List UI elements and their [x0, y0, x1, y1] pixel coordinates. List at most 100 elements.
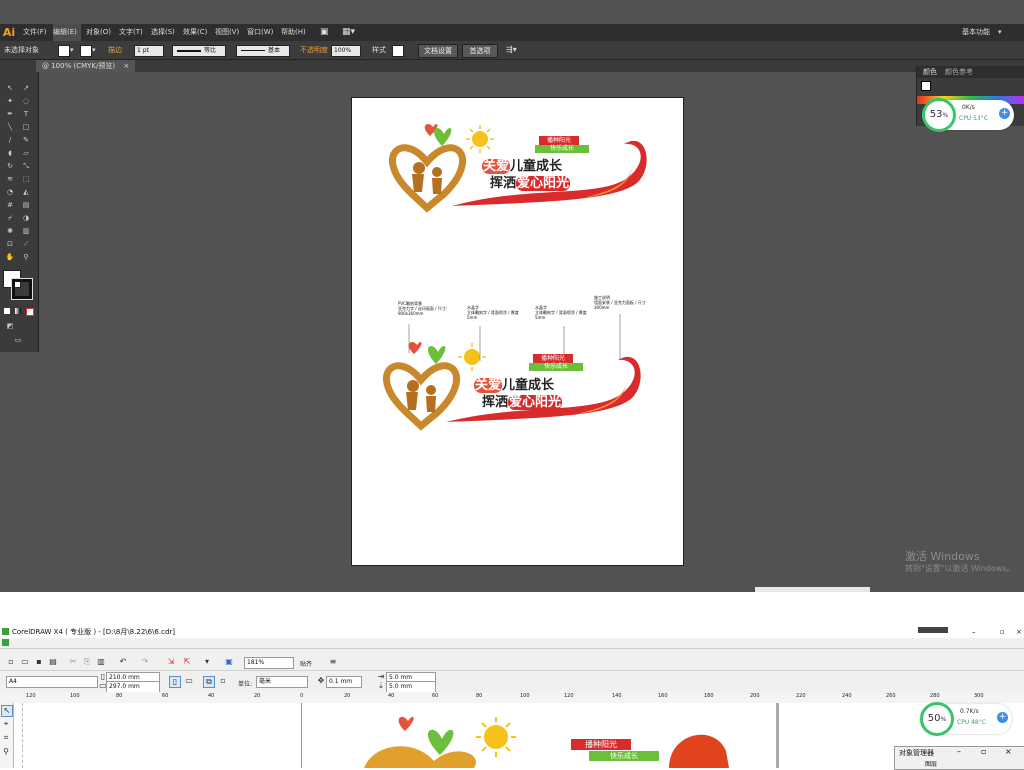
dropdown-icon[interactable]: ▾ [70, 41, 74, 59]
workspace-dropdown-icon[interactable]: ▾ [998, 24, 1006, 41]
current-page-icon[interactable]: ▫ [218, 676, 228, 686]
save-icon[interactable]: ▪ [34, 657, 44, 667]
document-setup-button[interactable]: 文档设置 [418, 44, 458, 58]
paste-icon[interactable]: ▥ [96, 657, 106, 667]
dropdown-icon[interactable]: ▾ [92, 41, 96, 59]
color-mode-icon[interactable] [4, 308, 10, 314]
screen-mode-icon[interactable]: ▭ [12, 336, 24, 344]
application-launcher-icon[interactable]: ▾ [202, 657, 212, 667]
snap-to-label[interactable]: 贴齐 [300, 659, 312, 668]
arrange-docs-icon[interactable]: ▦▾ [342, 24, 360, 41]
blob-brush-icon[interactable]: ◖ [4, 149, 16, 157]
eyedropper-icon[interactable]: ⌿ [4, 214, 16, 222]
artboard-icon[interactable]: ⊡ [4, 240, 16, 248]
zoom-level-select[interactable]: 181% [244, 657, 294, 669]
menu-view[interactable]: 视图(V) [215, 24, 243, 41]
cpu-gauge[interactable]: 53% 0K/s CPU 53°C + [922, 98, 1014, 132]
redo-icon[interactable]: ↷ [140, 657, 150, 667]
panel-menu-icon[interactable]: ⇶▾ [506, 41, 517, 59]
all-pages-icon[interactable]: ⧉ [203, 676, 215, 688]
workspace-switcher[interactable]: 基本功能 [962, 24, 998, 41]
free-transform-icon[interactable]: ⬚ [20, 175, 32, 183]
import-icon[interactable]: ⇲ [166, 657, 176, 667]
minimize-icon[interactable]: – [972, 626, 976, 638]
crop-tool-icon[interactable]: ⌗ [1, 733, 11, 743]
gradient-icon[interactable]: ▤ [20, 201, 32, 209]
line-icon[interactable]: ╲ [4, 123, 16, 131]
tab-color-guide[interactable]: 颜色参考 [945, 66, 973, 78]
open-icon[interactable]: ▭ [20, 657, 30, 667]
bridge-icon[interactable]: ▣ [320, 24, 332, 41]
graph-icon[interactable]: ▥ [20, 227, 32, 235]
cursor-icon[interactable]: ↖ [4, 84, 16, 92]
gradient-mode-icon[interactable] [15, 308, 21, 314]
page-size-select[interactable]: A4 [6, 676, 98, 688]
pick-tool-icon[interactable]: ↖ [1, 705, 13, 717]
stroke-swatch-icon[interactable] [11, 278, 33, 300]
menu-select[interactable]: 选择(S) [151, 24, 179, 41]
document-tab[interactable]: @ 100% (CMYK/预览) × [36, 60, 136, 72]
brush-icon[interactable]: ∕ [4, 136, 16, 144]
graphic-style-swatch[interactable] [392, 45, 404, 57]
options-icon[interactable]: ≡ [328, 657, 338, 667]
cpu-gauge[interactable]: 50% 0.7K/s CPU 48°C + [920, 702, 1012, 736]
pencil-icon[interactable]: ✎ [20, 136, 32, 144]
cut-icon[interactable]: ✂ [68, 657, 78, 667]
tab-color[interactable]: 颜色 [923, 66, 937, 78]
fill-swatch[interactable] [58, 45, 70, 57]
symbol-sprayer-icon[interactable]: ✺ [4, 227, 16, 235]
menu-effect[interactable]: 效果(C) [183, 24, 211, 41]
rectangle-icon[interactable]: □ [20, 123, 32, 131]
none-mode-icon[interactable] [26, 308, 34, 316]
plus-icon[interactable]: + [997, 712, 1008, 723]
units-select[interactable]: 毫米 [256, 676, 308, 688]
blend-icon[interactable]: ◑ [20, 214, 32, 222]
rotate-icon[interactable]: ↻ [4, 162, 16, 170]
close-icon[interactable]: × [1005, 747, 1012, 756]
opacity-field[interactable]: 100% [331, 45, 361, 57]
copy-icon[interactable]: ⎘ [82, 657, 92, 667]
draw-mode-icon[interactable]: ◩ [4, 322, 16, 330]
type-icon[interactable]: T [20, 110, 32, 118]
close-icon[interactable]: × [123, 62, 129, 70]
panel-fill-swatch[interactable] [921, 81, 931, 91]
document-icon[interactable] [2, 639, 9, 646]
opacity-label[interactable]: 不透明度 [300, 41, 328, 59]
menu-help[interactable]: 帮助(H) [281, 24, 309, 41]
preferences-button[interactable]: 首选项 [462, 44, 498, 58]
shape-builder-icon[interactable]: ◔ [4, 188, 16, 196]
perspective-icon[interactable]: ◭ [20, 188, 32, 196]
scale-icon[interactable]: ⤡ [20, 162, 32, 170]
close-icon[interactable]: × [1016, 626, 1022, 638]
menu-file[interactable]: 文件(F) [23, 24, 49, 41]
maximize-icon[interactable]: ▫ [1000, 626, 1005, 638]
lasso-icon[interactable]: ◌ [20, 97, 32, 105]
new-file-icon[interactable]: ▫ [6, 657, 16, 667]
slice-icon[interactable]: ⟋ [20, 240, 32, 248]
brush-definition[interactable]: 基本 [236, 45, 290, 57]
menu-edit[interactable]: 编辑(E) [53, 24, 81, 41]
menu-window[interactable]: 窗口(W) [247, 24, 275, 41]
variable-width-profile[interactable]: 等比 [172, 45, 226, 57]
stroke-swatch[interactable] [80, 45, 92, 57]
layer-label[interactable]: 图层 [925, 759, 937, 768]
artboard[interactable]: 播种阳光 快乐成长 关爱儿童成长 挥洒爱心阳光 播种阳光 快乐成长 关爱儿童成长… [351, 97, 684, 566]
eraser-icon[interactable]: ▱ [20, 149, 32, 157]
minimize-icon[interactable]: – [957, 747, 961, 756]
mesh-icon[interactable]: # [4, 201, 16, 209]
export-icon[interactable]: ⇱ [182, 657, 192, 667]
warp-icon[interactable]: ≋ [4, 175, 16, 183]
maximize-icon[interactable]: ▫ [981, 747, 986, 756]
zoom-tool-icon[interactable]: ⚲ [1, 747, 11, 757]
pen-icon[interactable]: ✒ [4, 110, 16, 118]
portrait-icon[interactable]: ▯ [169, 676, 181, 688]
direct-select-icon[interactable]: ↗ [20, 84, 32, 92]
landscape-icon[interactable]: ▭ [184, 676, 194, 686]
zoom-icon[interactable]: ⚲ [20, 253, 32, 261]
cd-drawing-area[interactable]: 播种阳光 快乐成长 [14, 703, 1024, 768]
menu-object[interactable]: 对象(O) [86, 24, 114, 41]
welcome-screen-icon[interactable]: ▣ [224, 657, 234, 667]
minimize-button[interactable] [918, 627, 948, 633]
stroke-weight-field[interactable]: 1 pt [134, 45, 164, 57]
plus-icon[interactable]: + [999, 108, 1010, 119]
